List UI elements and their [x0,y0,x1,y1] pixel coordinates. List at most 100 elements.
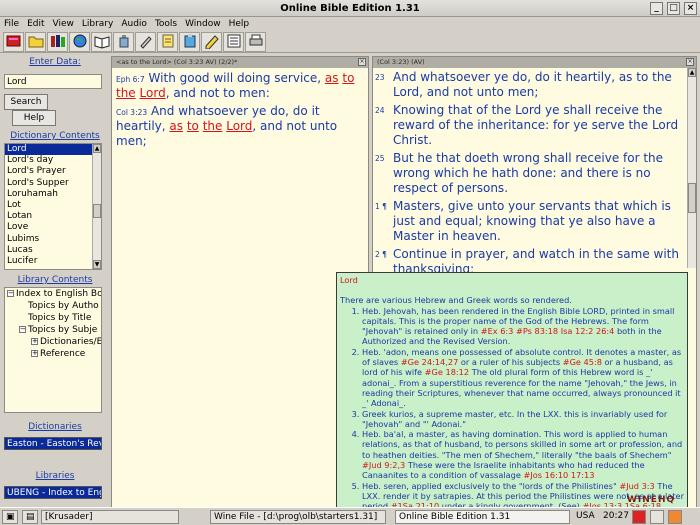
scroll-up-arrow-icon[interactable]: ▲ [688,68,696,77]
minimize-button[interactable]: _ [650,2,663,15]
dictionary-list-item[interactable]: Lord's Prayer [5,166,101,177]
maximize-button[interactable]: □ [667,2,680,15]
dictionary-list-item[interactable]: Lord's day [5,155,101,166]
list-icon[interactable] [223,32,244,52]
pencil-icon[interactable] [201,32,222,52]
library-tree-item[interactable]: − Index to English Boo [5,288,101,300]
verse[interactable]: 25 But he that doeth wrong shall receive … [375,151,682,196]
tray-app-icon[interactable] [632,510,646,524]
dictionary-list-item[interactable]: Lord [5,144,101,156]
scroll-thumb[interactable] [93,204,101,218]
verse-number: 1 ¶ [375,202,387,211]
verse-number: 25 [375,154,385,163]
dictionary-select[interactable]: Easton - Easton's Revi [4,437,102,450]
scripture-link[interactable]: #Ge 45:8 [563,357,602,367]
verse-ref[interactable]: Col 3:23 [116,108,147,117]
expand-icon[interactable]: + [31,338,38,345]
verse-text: And whatsoever ye do, do it heartily, as… [116,104,337,148]
search-button[interactable]: Search [4,94,48,110]
dictionary-popup[interactable]: Lord There are various Hebrew and Greek … [336,272,688,508]
task-wine-file[interactable]: Wine File - [d:\prog\olb\starters1.31] [210,510,386,524]
menu-tools[interactable]: Tools [151,17,181,31]
toolbar [0,31,700,53]
verse-text-pre: With good will doing service, [148,71,325,85]
globe-icon[interactable] [69,32,90,52]
collapse-icon[interactable]: − [7,290,14,297]
menu-edit[interactable]: Edit [23,17,48,31]
dictionary-list-item[interactable]: Lot [5,200,101,211]
menu-window[interactable]: Window [181,17,225,31]
library-tree-item[interactable]: + Dictionaries/E [5,336,101,348]
task-online-bible[interactable]: Online Bible Edition 1.31 [395,510,570,524]
dictionary-list-item[interactable]: Lubims [5,234,101,245]
scripture-link[interactable]: #Jud 9:2,3 [362,460,405,470]
definition-text: These were the Israelite inhabitants who… [362,460,645,481]
library-select[interactable]: UBENG - Index to Engli [4,486,102,499]
search-result[interactable]: Eph 6:7 With good will doing service, as… [116,71,364,101]
verse-ref[interactable]: Eph 6:7 [116,75,145,84]
scripture-link[interactable]: #Ge 24:14,27 [401,357,458,367]
task-krusader[interactable]: [Krusader] [41,510,179,524]
dictionary-list-item[interactable]: Love [5,222,101,233]
locale-indicator[interactable]: USA [576,511,595,521]
title-bar[interactable]: Online Bible Edition 1.31 _ □ × [0,0,700,17]
verse-text: With good will doing service, as to the … [116,71,354,100]
scripture-link[interactable]: #Ge 18:12 [425,367,469,377]
menu-file[interactable]: File [0,17,23,31]
search-results-pane[interactable]: <as to the Lord> (Col 3:23 AV) (2/2)* × E… [111,56,369,508]
printer-icon[interactable] [245,32,266,52]
notepad-icon[interactable] [157,32,178,52]
pane-close-icon[interactable]: × [358,58,366,66]
expand-icon[interactable]: + [31,350,38,357]
tray-power-icon[interactable] [668,510,682,524]
library-tree-item[interactable]: Topics by Autho [5,300,101,312]
search-input[interactable] [4,74,102,89]
scripture-link[interactable]: #Ex 6:3 #Ps 83:18 Isa 12:2 26:4 [481,326,615,336]
dictionary-list-item[interactable]: Lord's Supper [5,178,101,189]
folder-icon[interactable] [25,32,46,52]
search-result[interactable]: Col 3:23 And whatsoever ye do, do it hea… [116,104,364,149]
search-results-title: <as to the Lord> (Col 3:23 AV) (2/2)* [116,58,238,66]
dictionary-scrollbar[interactable]: ▲ ▼ [92,144,101,269]
definition-item: Greek kurios, a supreme master, etc. In … [362,409,684,430]
start-button-icon[interactable]: ▣ [2,510,18,524]
definition-item: Heb. 'adon, means one possessed of absol… [362,347,684,409]
scroll-up-arrow-icon[interactable]: ▲ [93,144,101,153]
scripture-link[interactable]: #Jud 3:3 [619,481,654,491]
verse[interactable]: 24 Knowing that of the Lord ye shall rece… [375,103,682,148]
dictionary-list-item[interactable]: Lucas [5,245,101,256]
library-tree-item[interactable]: Topics by Title [5,312,101,324]
verse[interactable]: 1 ¶ Masters, give unto your servants that… [375,199,682,244]
help-button[interactable]: Help [12,110,56,126]
dictionary-list-item[interactable]: Loruhamah [5,189,101,200]
highlighted-word: to [342,71,355,85]
bible-text-scrollbar[interactable]: ▲ [687,68,696,268]
dictionary-list-item[interactable]: Lotan [5,211,101,222]
scroll-thumb[interactable] [688,183,696,213]
library-tree-item[interactable]: − Topics by Subje [5,324,101,336]
menu-view[interactable]: View [49,17,78,31]
library-tree-item[interactable]: + Reference [5,348,101,360]
highlighted-word: Lord [226,119,253,133]
scripture-link[interactable]: #Jos 16:10 17:13 [523,470,594,480]
tray-monitor-icon[interactable] [650,510,664,524]
verse[interactable]: 23 And whatsoever ye do, do it heartily, … [375,70,682,100]
books-icon[interactable] [47,32,68,52]
dictionary-list[interactable]: Lord Lord's day Lord's Prayer Lord's Supper… [4,143,102,270]
open-book-icon[interactable] [91,32,112,52]
dictionary-list-item[interactable]: Lucifer [5,256,101,267]
menu-audio[interactable]: Audio [117,17,151,31]
close-button[interactable]: × [684,2,697,15]
menu-help[interactable]: Help [225,17,254,31]
book-red-icon[interactable] [3,32,24,52]
collapse-icon[interactable]: − [19,326,26,333]
terminal-icon[interactable]: ▤ [22,510,38,524]
bottle-icon[interactable] [113,32,134,52]
verse-number: 23 [375,73,385,82]
clipboard-icon[interactable] [179,32,200,52]
pane-close-icon[interactable]: × [686,58,694,66]
library-tree[interactable]: − Index to English Boo Topics by Autho Topi… [4,287,102,413]
menu-library[interactable]: Library [78,17,117,31]
scroll-down-arrow-icon[interactable]: ▼ [93,260,101,269]
brush-icon[interactable] [135,32,156,52]
